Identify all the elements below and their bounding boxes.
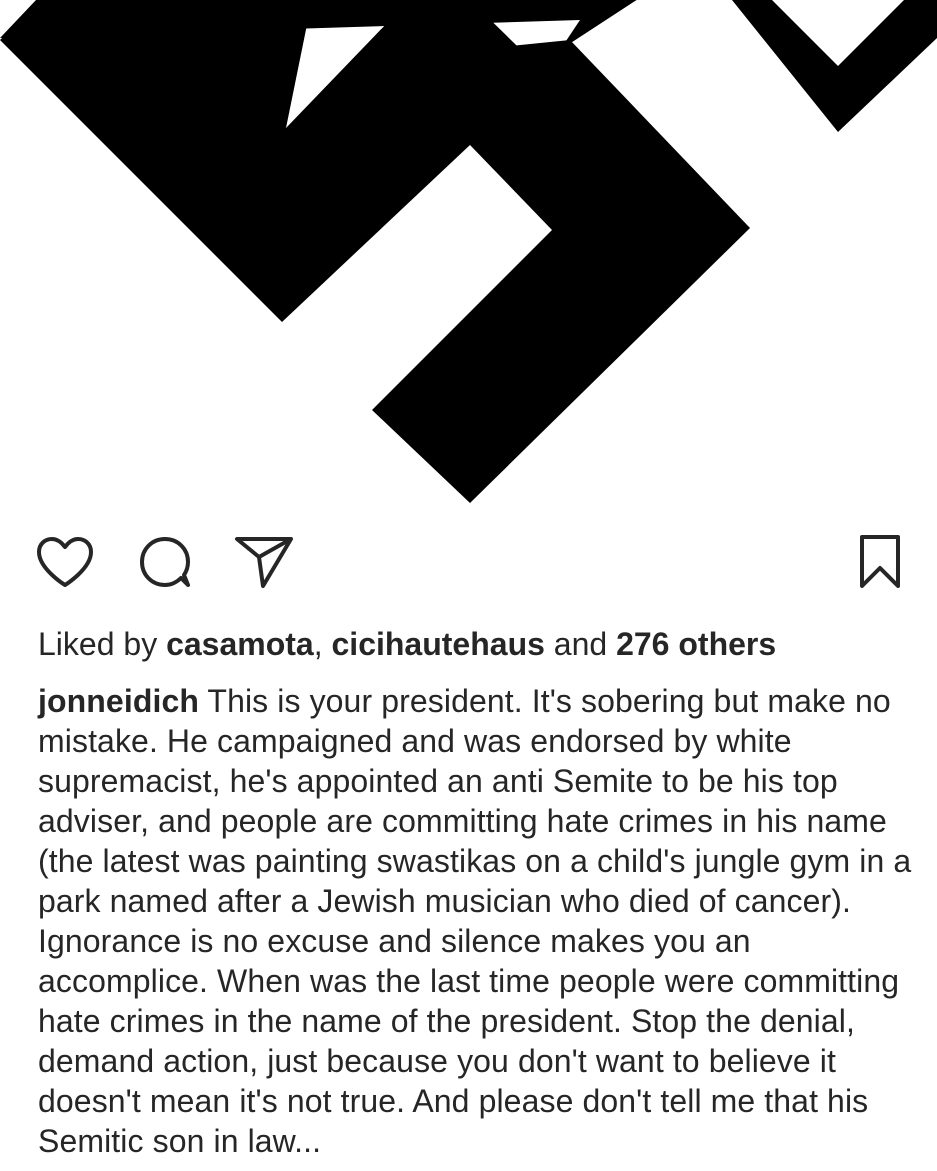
post-caption: jonneidich This is your president. It's … <box>38 681 918 1161</box>
paper-plane-icon <box>233 534 295 595</box>
likes-prefix: Liked by <box>38 626 167 662</box>
caption-text: This is your president. It's sobering bu… <box>38 683 912 1159</box>
caption-username[interactable]: jonneidich <box>38 683 199 719</box>
heart-icon <box>36 536 94 593</box>
save-button[interactable] <box>848 528 912 600</box>
post-graphic-image <box>0 0 937 503</box>
comment-icon <box>137 534 193 595</box>
bookmark-icon <box>858 534 902 595</box>
likes-separator: , <box>313 626 332 662</box>
share-button[interactable] <box>232 528 296 600</box>
post-graphic-shapes <box>0 0 937 503</box>
likes-others-link[interactable]: 276 others <box>616 626 776 662</box>
post-image <box>0 0 937 510</box>
like-button[interactable] <box>33 528 97 600</box>
comment-button[interactable] <box>133 528 197 600</box>
likes-summary: Liked by casamota, cicihautehaus and 276… <box>38 624 776 664</box>
post-action-bar <box>0 528 937 600</box>
likes-conjunction: and <box>544 626 617 662</box>
liker-username-2[interactable]: cicihautehaus <box>332 626 545 662</box>
liker-username-1[interactable]: casamota <box>166 626 314 662</box>
